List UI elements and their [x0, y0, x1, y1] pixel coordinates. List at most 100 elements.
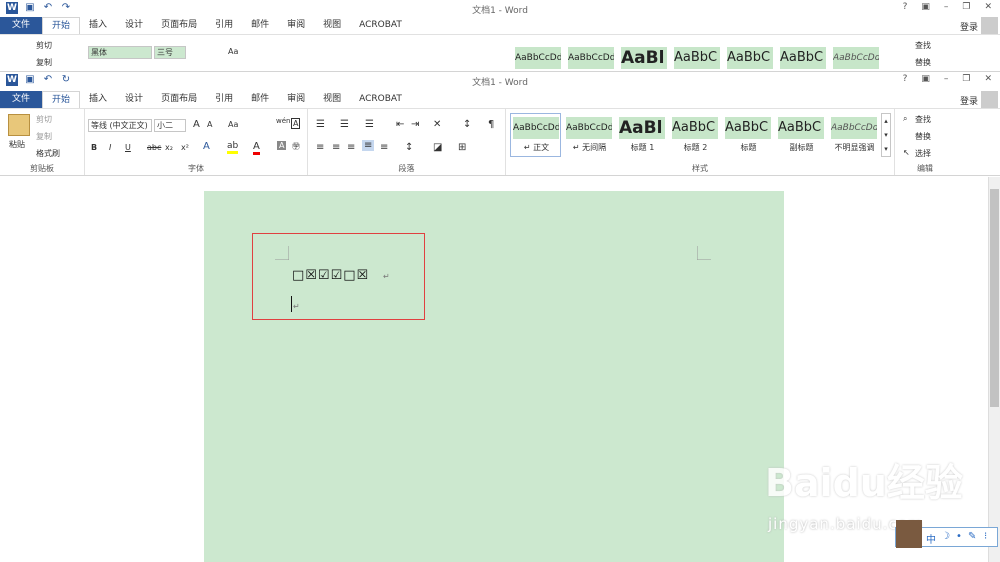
minimize-icon[interactable]: –: [944, 74, 949, 84]
style-no-spacing[interactable]: AaBbCcDd ↵ 无间隔: [563, 113, 614, 157]
shrink-font-button[interactable]: A: [207, 120, 212, 129]
line-spacing-icon[interactable]: ↕: [405, 142, 413, 153]
tab-view[interactable]: 视图: [314, 17, 350, 34]
char-shading-icon[interactable]: A: [277, 141, 287, 150]
tab-file[interactable]: 文件: [0, 91, 43, 108]
restore-icon[interactable]: ❐: [962, 2, 970, 12]
align-right-icon[interactable]: ≡: [347, 142, 355, 153]
numbering-icon[interactable]: ☰: [340, 119, 349, 130]
superscript-button[interactable]: x²: [181, 143, 189, 152]
font-size-select[interactable]: 小二: [154, 119, 186, 132]
select-button[interactable]: 选择: [915, 148, 931, 159]
replace-button[interactable]: 替换: [915, 57, 931, 68]
phonetic-button[interactable]: wén: [276, 117, 290, 125]
ribbon-options-icon[interactable]: ▣: [921, 74, 930, 84]
align-center-icon[interactable]: ≡: [332, 142, 340, 153]
strikethrough-button[interactable]: abc: [147, 143, 161, 152]
style-subtitle-top[interactable]: AaBbC: [777, 43, 828, 71]
ime-mode[interactable]: 中: [926, 531, 936, 546]
enclose-char-icon[interactable]: ㊫: [292, 141, 300, 152]
find-button[interactable]: 查找: [915, 114, 931, 125]
tab-review[interactable]: 审阅: [278, 17, 314, 34]
borders-icon[interactable]: ⊞: [458, 142, 466, 153]
chinese-layout-icon[interactable]: ✕: [433, 119, 441, 130]
text-effects-icon[interactable]: A: [203, 141, 210, 152]
style-subtitle[interactable]: AaBbC 副标题: [775, 113, 826, 157]
tab-layout[interactable]: 页面布局: [152, 17, 206, 34]
style-heading1-top[interactable]: AaBl: [618, 43, 669, 71]
tab-file[interactable]: 文件: [0, 17, 43, 34]
vertical-scrollbar[interactable]: [988, 177, 1000, 562]
close-icon[interactable]: ✕: [984, 74, 992, 84]
font-size-select[interactable]: 三号: [154, 46, 186, 59]
tab-insert[interactable]: 插入: [80, 17, 116, 34]
tab-design[interactable]: 设计: [116, 91, 152, 108]
char-border-button[interactable]: A: [291, 118, 301, 129]
style-heading2-top[interactable]: AaBbC: [671, 43, 722, 71]
style-subtle-emphasis[interactable]: AaBbCcDd 不明显强调: [828, 113, 879, 157]
dot-icon[interactable]: •: [956, 531, 962, 542]
style-title-top[interactable]: AaBbC: [724, 43, 775, 71]
format-painter-button[interactable]: 格式刷: [36, 148, 60, 159]
login-link[interactable]: 登录: [960, 20, 978, 33]
moon-icon[interactable]: ☽: [941, 531, 950, 542]
style-normal[interactable]: AaBbCcDd ↵ 正文: [510, 113, 561, 157]
ribbon-options-icon[interactable]: ▣: [921, 2, 930, 12]
paste-icon[interactable]: [8, 114, 30, 136]
underline-button[interactable]: U: [125, 143, 131, 152]
italic-button[interactable]: I: [109, 143, 111, 152]
avatar[interactable]: [981, 17, 998, 34]
style-subtle-top[interactable]: AaBbCcDd: [830, 43, 881, 71]
replace-button[interactable]: 替换: [915, 131, 931, 142]
find-icon[interactable]: ⌕: [903, 114, 907, 124]
increase-indent-icon[interactable]: ⇥: [411, 119, 419, 130]
tab-view[interactable]: 视图: [314, 91, 350, 108]
close-icon[interactable]: ✕: [984, 2, 992, 12]
highlight-icon[interactable]: ab: [227, 141, 239, 154]
tab-references[interactable]: 引用: [206, 17, 242, 34]
avatar[interactable]: [981, 91, 998, 108]
distribute-icon[interactable]: ≡: [380, 142, 388, 153]
select-icon[interactable]: ↖: [903, 148, 910, 157]
change-case-button[interactable]: Aa: [228, 47, 238, 56]
style-heading1[interactable]: AaBl 标题 1: [616, 113, 667, 157]
cut-button[interactable]: 剪切: [36, 40, 52, 51]
cut-button[interactable]: 剪切: [36, 114, 52, 125]
tab-mailings[interactable]: 邮件: [242, 17, 278, 34]
font-name-select[interactable]: 黑体: [88, 46, 152, 59]
shading-icon[interactable]: ◪: [433, 142, 442, 153]
style-no-spacing-top[interactable]: AaBbCcDd: [565, 43, 616, 71]
justify-icon[interactable]: ≡: [362, 140, 375, 151]
tab-references[interactable]: 引用: [206, 91, 242, 108]
copy-button[interactable]: 复制: [36, 131, 52, 142]
font-color-icon[interactable]: A: [253, 141, 260, 155]
tab-mailings[interactable]: 邮件: [242, 91, 278, 108]
styles-scroll-icon[interactable]: ▴ ▾ ▾: [881, 113, 891, 157]
bold-button[interactable]: B: [91, 143, 97, 152]
scrollbar-thumb[interactable]: [990, 189, 999, 407]
tab-home[interactable]: 开始: [42, 91, 81, 108]
subscript-button[interactable]: x₂: [165, 143, 173, 152]
minimize-icon[interactable]: –: [944, 2, 949, 12]
bullets-icon[interactable]: ☰: [316, 119, 325, 130]
tab-layout[interactable]: 页面布局: [152, 91, 206, 108]
restore-icon[interactable]: ❐: [962, 74, 970, 84]
paste-button[interactable]: 粘贴: [9, 139, 25, 150]
tab-home[interactable]: 开始: [42, 17, 81, 34]
tab-acrobat[interactable]: ACROBAT: [350, 91, 411, 108]
decrease-indent-icon[interactable]: ⇤: [396, 119, 404, 130]
help-icon[interactable]: ?: [903, 74, 908, 84]
login-link[interactable]: 登录: [960, 94, 978, 107]
checkbox-line[interactable]: □☒☑☑□☒: [292, 268, 369, 283]
copy-button[interactable]: 复制: [36, 57, 52, 68]
change-case-button[interactable]: Aa: [228, 120, 238, 129]
tab-design[interactable]: 设计: [116, 17, 152, 34]
style-heading2[interactable]: AaBbC 标题 2: [669, 113, 720, 157]
grid-icon[interactable]: ⁝: [984, 531, 987, 542]
show-marks-icon[interactable]: ¶: [488, 119, 494, 130]
help-icon[interactable]: ?: [903, 2, 908, 12]
font-name-select[interactable]: 等线 (中文正文): [88, 119, 152, 132]
style-normal-top[interactable]: AaBbCcDd: [512, 43, 563, 71]
sort-icon[interactable]: ↕: [463, 119, 471, 130]
tab-review[interactable]: 审阅: [278, 91, 314, 108]
